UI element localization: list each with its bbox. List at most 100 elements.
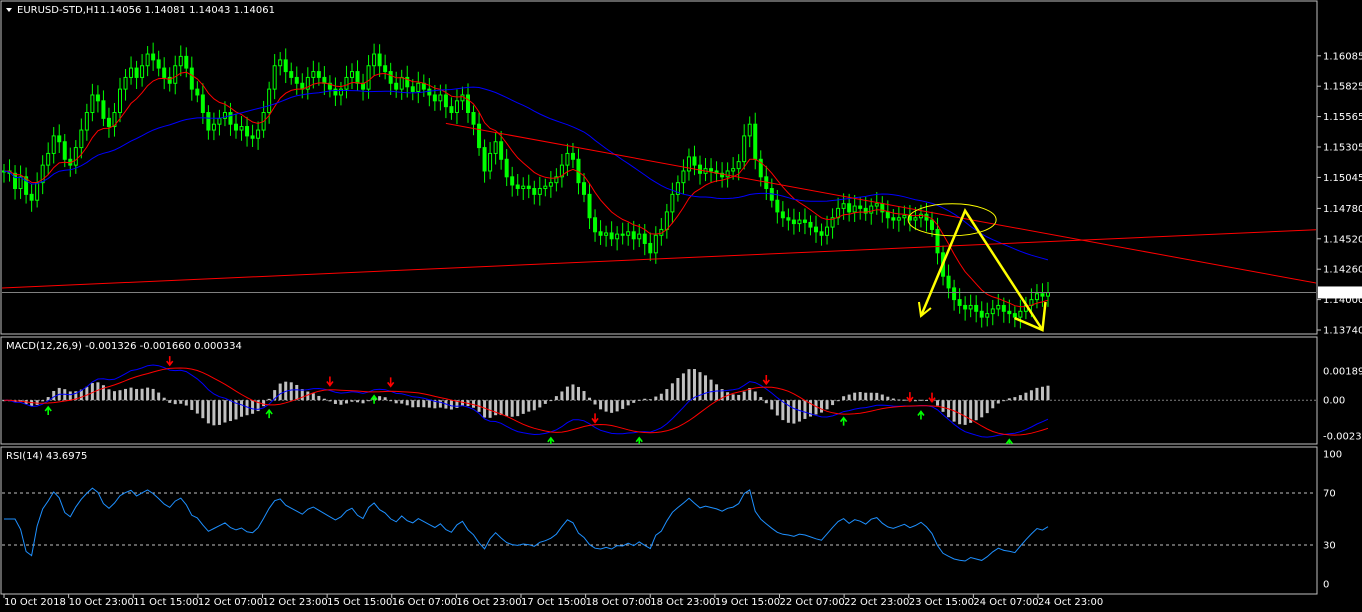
rsi-series [2,487,1316,562]
candle-body [283,59,288,73]
macd-hist-bar [554,396,558,401]
macd-hist-bar [704,375,708,401]
sell-arrow-icon [591,413,599,424]
macd-signal-line [3,367,1049,436]
macd-hist-bar [168,400,172,403]
candle-body [825,226,830,236]
macd-axis: 0.001899 0.00 -0.00233 [1323,367,1362,443]
price-tick-label: 1.14780 [1323,204,1362,215]
macd-hist-bar [996,400,1000,404]
time-tick-label: 22 Oct 07:00 [780,597,845,608]
candle-body [709,168,714,172]
candle-body [344,76,349,90]
macd-hist-bar [344,400,348,404]
candle-body [173,65,178,84]
candle-body [521,185,526,190]
macd-hist-bar [604,400,608,412]
candle-body [493,141,498,154]
macd-hist-bar [317,395,321,401]
candle-body [272,65,277,90]
candle-body [156,59,161,69]
macd-hist-bar [488,400,492,418]
candle-body [725,170,730,178]
macd-hist-bar [820,400,824,413]
candle-body [504,158,509,178]
candle-body [885,211,890,219]
candle-body [488,152,493,172]
price-header-symbol: EURUSD-STD,H1 [17,5,100,16]
candle-body [388,71,393,84]
macd-hist-bar [576,386,580,401]
candle-body [73,147,78,166]
candle-body [996,304,1001,310]
macd-hist-bar [991,400,995,409]
candle-body [123,76,128,90]
price-tick-label: 1.15305 [1323,143,1362,154]
macd-hist-bar [422,400,426,408]
candle-body [626,231,631,236]
macd-hist-bar [902,399,906,401]
macd-hist-bar [367,400,371,402]
buy-arrow-icon [635,436,643,444]
candle-body [841,203,846,209]
time-tick-label: 10 Oct 2018 [4,597,66,608]
macd-hist-bar [1002,400,1006,402]
candle-body [515,184,520,190]
macd-hist-bar [980,400,984,418]
candle-body [211,123,216,131]
candle-body [394,82,399,90]
candle-body [537,188,542,195]
candle-body [1018,310,1023,318]
macd-hist-bar [378,396,382,401]
macd-hist-bar [499,400,503,416]
rsi-header: RSI(14) 43.6975 [6,451,87,462]
candle-body [686,156,691,172]
candle-body [477,123,482,149]
current-price-label: 1.14061 [1321,288,1362,299]
macd-hist-bar [295,384,299,401]
macd-hist-bar [129,387,133,401]
macd-hist-bar [405,400,409,406]
buy-arrow-icon [265,408,273,419]
candle-body [631,231,636,240]
price-panel-frame [0,0,1318,335]
candle-body [642,233,647,244]
candle-body [653,234,658,254]
candle-body [471,112,476,125]
macd-hist-bar [958,400,962,425]
time-tick-label: 24 Oct 07:00 [973,597,1038,608]
candle-body [454,100,459,114]
macd-header: MACD(12,26,9) -0.001326 -0.001660 0.0003… [6,341,242,352]
macd-hist-bar [162,397,166,401]
collapse-triangle-icon[interactable] [6,8,12,12]
macd-hist-bar [400,400,404,404]
macd-hist-bar [289,382,293,401]
candle-body [399,76,404,90]
candle-body [990,308,995,315]
candle-body [930,219,934,230]
macd-hist-bar [924,399,928,401]
candle-body [151,53,156,61]
candle-body [250,135,255,139]
candle-body [13,172,18,190]
candle-body [118,88,122,114]
candle-body [162,67,167,78]
chart-canvas[interactable]: 1.16085 1.15825 1.15565 1.15305 1.15045 1.147… [0,0,1362,612]
candle-body [620,233,625,236]
candle-body [366,65,371,90]
macd-hist-bar [107,389,111,401]
macd-hist-bar [356,400,360,403]
macd-hist-bar [936,400,940,406]
candle-body [935,228,940,254]
candle-body [421,82,426,90]
candle-body [582,182,586,195]
candle-body [195,88,200,96]
macd-hist-bar [632,400,636,403]
candle-body [372,53,377,67]
candle-body [460,94,465,102]
candle-body [874,203,879,207]
candle-body [84,112,89,131]
candle-body [432,94,437,102]
candle-body [62,141,67,160]
macd-hist-bar [891,398,895,401]
